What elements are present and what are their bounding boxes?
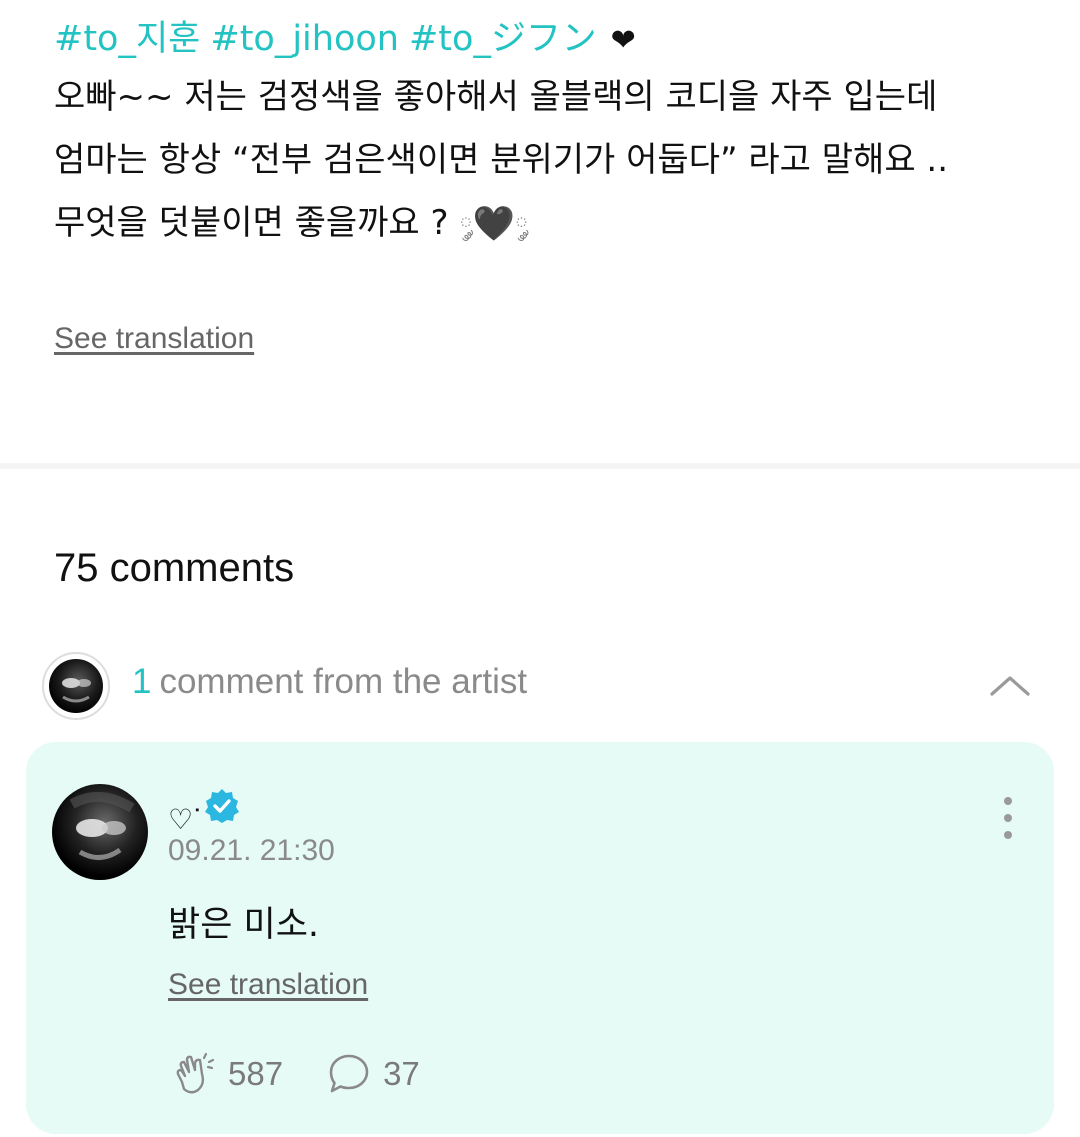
artist-comments-toggle[interactable]: 1 comment from the artist xyxy=(42,652,1038,720)
comments-count-heading: 75 comments xyxy=(54,546,295,590)
wing-left-icon: ༘ xyxy=(459,210,473,238)
artist-comment-card: ♡ᐝ 09.21. 21:30 밝은 미소. See translation 5… xyxy=(26,742,1054,1134)
reply-count: 37 xyxy=(383,1055,420,1092)
post-text-line-3: 무엇을 덧붙이면 좋을까요 ? ༘🖤༘ xyxy=(54,192,1044,256)
black-heart-icon: 🖤 xyxy=(472,204,515,244)
like-button[interactable]: 587 xyxy=(172,1052,283,1096)
applause-icon xyxy=(176,1052,215,1094)
artist-avatar[interactable] xyxy=(52,784,148,880)
comment-text: 밝은 미소. xyxy=(168,905,320,945)
reply-button[interactable]: 37 xyxy=(327,1052,420,1096)
comment-bubble-icon xyxy=(329,1054,369,1093)
artist-avatar-small xyxy=(42,652,110,720)
post-text-line-2: 엄마는 항상 “전부 검은색이면 분위기가 어둡다” 라고 말해요 .. xyxy=(54,140,949,180)
hashtag-jihoon-jp[interactable]: #to_ジフン xyxy=(409,19,597,59)
artist-comments-label: 1 comment from the artist xyxy=(132,662,527,702)
artist-comment-count: 1 xyxy=(132,662,152,701)
post-text-line-1: 오빠~~ 저는 검정색을 좋아해서 올블랙의 코디을 자주 입는데 xyxy=(54,77,938,117)
more-vertical-icon[interactable] xyxy=(998,796,1018,840)
comment-timestamp: 09.21. 21:30 xyxy=(168,834,335,867)
post-body: #to_지훈 #to_jihoon #to_ジフン ❤ 오빠~~ 저는 검정색을 좋아… xyxy=(54,14,1044,355)
like-count: 587 xyxy=(228,1055,284,1092)
section-divider xyxy=(0,463,1080,469)
hashtag-line: #to_지훈 #to_jihoon #to_ジフン ❤ xyxy=(54,14,1044,66)
heart-icon: ❤ xyxy=(610,23,636,58)
artist-comment-label-text: comment from the artist xyxy=(159,662,528,701)
post-see-translation-link[interactable]: See translation xyxy=(54,322,254,356)
hashtag-jihoon-kr[interactable]: #to_지훈 xyxy=(54,19,200,59)
comment-reactions: 587 37 xyxy=(172,1052,464,1096)
comment-see-translation-link[interactable]: See translation xyxy=(168,968,368,1002)
comment-author-name[interactable]: ♡ᐝ xyxy=(168,803,200,836)
post-text-line-3-text: 무엇을 덧붙이면 좋을까요 ? xyxy=(54,203,449,243)
comment-author-row: ♡ᐝ xyxy=(168,789,240,836)
hashtag-jihoon-en[interactable]: #to_jihoon xyxy=(210,19,399,59)
verified-badge-icon xyxy=(205,789,240,823)
chevron-up-icon[interactable] xyxy=(990,666,1030,706)
wing-right-icon: ༘ xyxy=(514,210,529,238)
